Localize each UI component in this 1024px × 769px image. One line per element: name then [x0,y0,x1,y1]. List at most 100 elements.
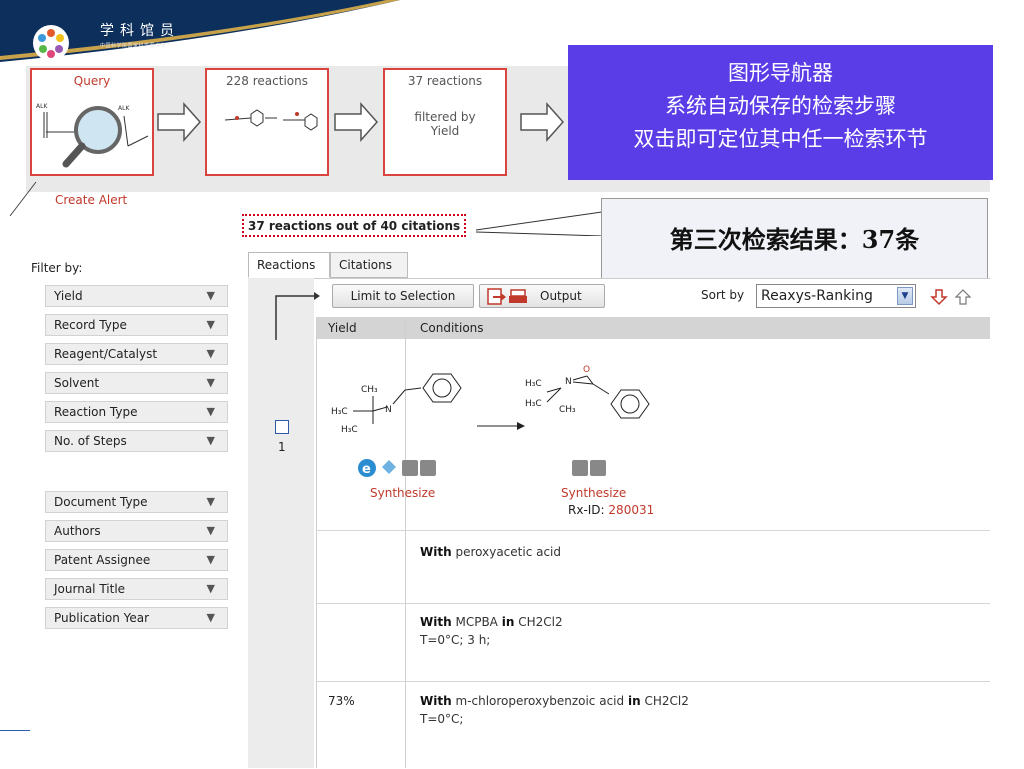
sort-descending-icon[interactable] [930,288,948,306]
filter-solvent[interactable]: Solvent ▼ [45,372,228,394]
output-button[interactable]: Output [479,284,605,308]
reagent: peroxyacetic acid [455,545,562,559]
in-label: in [501,615,515,629]
sort-select[interactable]: Reaxys-Ranking ▼ [756,284,916,308]
with-label: With [420,545,452,559]
callout-line: 图形导航器 [728,61,833,85]
row-number: 1 [278,440,286,454]
step-label: 228 reactions [226,74,308,88]
svg-text:N: N [385,405,392,415]
filter-label-text: Reaction Type [54,405,138,419]
chevron-down-icon: ▼ [206,376,215,389]
rx-id-label: Rx-ID: [568,503,605,517]
filter-label-text: No. of Steps [54,434,127,448]
condition-row: With MCPBA in CH2Cl2 T=0°C; 3 h; [420,613,563,649]
navigator-callout: 图形导航器 系统自动保存的检索步骤 双击即可定位其中任一检索环节 [568,45,993,180]
logo-subtitle: 中国科学院国家科学图书馆 [100,43,167,49]
condition-details: T=0°C; 3 h; [420,633,491,647]
chevron-down-icon: ▼ [206,318,215,331]
svg-text:e: e [362,462,371,477]
svg-text:H₃C: H₃C [341,425,358,435]
filter-label-text: Journal Title [54,582,126,596]
filter-reaction-type[interactable]: Reaction Type ▼ [45,401,228,423]
chevron-down-icon: ▼ [206,347,215,360]
filter-label-text: Solvent [54,376,100,390]
create-alert-link[interactable]: Create Alert [55,193,127,207]
chevron-down-icon: ▼ [206,553,215,566]
table-header: Yield Conditions [316,317,990,339]
condition-details: T=0°C; [420,712,464,726]
filter-patent-assignee[interactable]: Patent Assignee ▼ [45,549,228,571]
results-count: 37 reactions out of 40 citations [242,214,467,237]
reaction-tool-icons[interactable]: e [357,458,437,480]
condition-row: With m-chloroperoxybenzoic acid in CH2Cl… [420,692,689,728]
callout-line: 双击即可定位其中任一检索环节 [633,127,928,151]
tab-reactions[interactable]: Reactions [248,252,330,278]
step-label: 37 reactions [407,74,483,88]
product-tool-icons[interactable] [571,458,611,480]
svg-text:O: O [583,365,590,375]
column-header-conditions[interactable]: Conditions [420,317,484,339]
column-header-yield[interactable]: Yield [328,317,357,339]
results-toolbar: Limit to Selection Output Sort by Reaxys… [316,284,990,312]
selection-gutter [248,278,314,768]
sort-select-value: Reaxys-Ranking [761,288,873,304]
with-label: With [420,694,452,708]
svg-text:H₃C: H₃C [331,407,348,417]
filter-journal-title[interactable]: Journal Title ▼ [45,578,228,600]
reagent: MCPBA [455,615,498,629]
arrow-icon [156,102,202,145]
sort-ascending-icon[interactable] [954,288,972,306]
filter-label-text: Yield [54,289,83,303]
step-sublabel: filtered by Yield [414,110,476,138]
logo-title: 学科馆员 [100,23,180,39]
query-structure-icon: ALK ALK [36,103,149,168]
row-separator [316,681,990,682]
svg-text:H₃C: H₃C [525,379,542,389]
reagent: m-chloroperoxybenzoic acid [455,694,625,708]
filter-label-text: Publication Year [54,611,150,625]
step-query[interactable]: Query ALK ALK [30,68,154,176]
filter-document-type[interactable]: Document Type ▼ [45,491,228,513]
logo-icon [33,25,69,61]
svg-text:ALK: ALK [36,103,48,110]
filter-label-text: Record Type [54,318,127,332]
filter-reagent-catalyst[interactable]: Reagent/Catalyst ▼ [45,343,228,365]
reaction-scheme: H₃C CH₃ H₃C N H₃C H₃C CH₃ N O [331,365,650,435]
row-select-checkbox[interactable] [275,420,289,434]
chevron-down-icon: ▼ [206,405,215,418]
filter-yield[interactable]: Yield ▼ [45,285,228,307]
svg-text:CH₃: CH₃ [361,385,378,395]
solvent: CH2Cl2 [644,694,689,708]
column-divider [316,317,317,768]
filter-authors[interactable]: Authors ▼ [45,520,228,542]
svg-text:CH₃: CH₃ [559,405,576,415]
svg-text:N: N [565,377,572,387]
filter-label-text: Document Type [54,495,148,509]
in-label: in [627,694,641,708]
arrow-icon [333,102,379,145]
callout-line: 系统自动保存的检索步骤 [665,94,896,118]
output-label: Output [540,289,582,303]
result-callout: 第三次检索结果：37条 [601,198,988,280]
filter-publication-year[interactable]: Publication Year ▼ [45,607,228,629]
synthesize-link-product[interactable]: Synthesize [561,486,626,500]
synthesize-link-reactant[interactable]: Synthesize [370,486,435,500]
svg-text:ALK: ALK [118,105,130,112]
step-37-reactions[interactable]: 37 reactions filtered by Yield [383,68,507,176]
step-label: Query [73,74,111,88]
export-icon [487,288,527,305]
chevron-down-icon: ▼ [206,434,215,447]
filter-record-type[interactable]: Record Type ▼ [45,314,228,336]
chevron-down-icon: ▼ [206,524,215,537]
arrow-icon [519,102,565,145]
filter-no-of-steps[interactable]: No. of Steps ▼ [45,430,228,452]
step-228-reactions[interactable]: 228 reactions [205,68,329,176]
limit-to-selection-button[interactable]: Limit to Selection [332,284,474,308]
filter-label: Filter by: [31,261,83,275]
chevron-down-icon: ▼ [206,611,215,624]
tab-citations[interactable]: Citations [330,252,408,278]
rx-id-value[interactable]: 280031 [608,503,654,517]
solvent: CH2Cl2 [518,615,563,629]
chevron-down-icon: ▼ [897,287,913,305]
